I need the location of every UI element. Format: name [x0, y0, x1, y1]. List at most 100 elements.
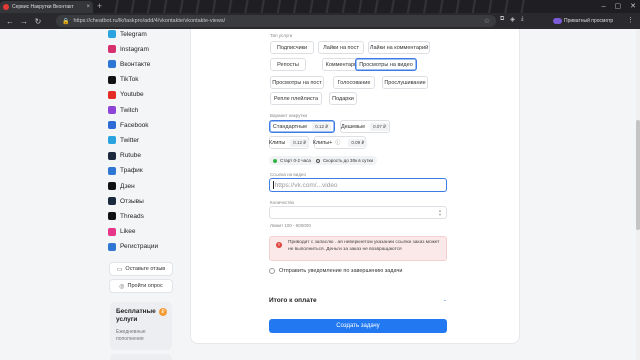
- minimize-button[interactable]: –: [602, 1, 606, 12]
- promo-title: Бесплатные услуги: [116, 308, 156, 323]
- url-text: https://cheatbot.ru/lk/taskpro/add/4/vko…: [73, 18, 226, 24]
- warning-icon: !: [276, 242, 282, 248]
- free-services-card[interactable]: Бесплатные услуги Ежедневные пополнения …: [110, 302, 172, 350]
- sidebar-item-dzen[interactable]: Дзен: [108, 180, 135, 192]
- sidebar-item-vk[interactable]: Вконтакте: [108, 58, 150, 70]
- stepper-arrows-icon[interactable]: ▲ ▼: [438, 209, 442, 217]
- green-dot-icon: [273, 158, 277, 163]
- leave-review-button[interactable]: ▭ Оставьте отзыв: [109, 262, 173, 276]
- task-type-option[interactable]: Подписчики: [270, 41, 314, 54]
- back-icon[interactable]: ←: [6, 17, 14, 26]
- private-mode-indicator[interactable]: Приватный просмотр: [553, 16, 613, 26]
- sidebar-item-registration[interactable]: Регистрации: [108, 241, 158, 253]
- sidebar-item-label: Вконтакте: [120, 60, 151, 68]
- forward-icon[interactable]: →: [20, 17, 28, 26]
- variant-standard-price: 0.12 ₽: [312, 122, 332, 131]
- start-time-badge: Старт 0-2 часа: [269, 156, 315, 165]
- bookmark-star-icon[interactable]: ☆: [484, 17, 490, 25]
- variant-cheap[interactable]: Дешевые 0.07 ₽: [340, 120, 390, 133]
- text-caret: [273, 181, 274, 189]
- sidebar-item-label: Likee: [120, 228, 136, 236]
- variant-standard-label: Стандартные: [272, 123, 308, 130]
- task-type-option[interactable]: Репле плейлиста: [270, 92, 322, 105]
- sidebar-item-tiktok[interactable]: TikTok: [108, 74, 139, 86]
- total-row[interactable]: Итого к оплате ⌄: [269, 297, 447, 304]
- variant-clips-plus-price: 0.09 ₽: [348, 138, 368, 147]
- vk-icon: [108, 60, 116, 69]
- task-type-option[interactable]: Прослушивание: [382, 76, 428, 89]
- url-field[interactable]: 🔒 https://cheatbot.ru/lk/taskpro/add/4/v…: [56, 15, 496, 27]
- telegram-icon: [108, 30, 116, 38]
- close-window-button[interactable]: ✕: [630, 1, 636, 12]
- chevron-down-icon[interactable]: ⌄: [443, 297, 447, 304]
- sidebar-item-likee[interactable]: Likee: [108, 226, 136, 238]
- task-type-option[interactable]: Подарки: [329, 92, 357, 105]
- sidebar-item-label: Регистрации: [120, 243, 159, 251]
- sidebar-item-twitch[interactable]: Twitch: [108, 104, 138, 116]
- dzen-icon: [108, 182, 116, 190]
- quantity-stepper[interactable]: ▲ ▼: [269, 206, 447, 219]
- maximize-button[interactable]: ▢: [615, 1, 622, 12]
- sidebar-item-twitter[interactable]: Twitter: [108, 134, 139, 146]
- speed-text: Скорость до 30к в сутки: [323, 158, 373, 163]
- variant-clips-plus-label: Клипы+: [312, 139, 333, 146]
- sidebar-item-telegram[interactable]: Telegram: [108, 28, 147, 40]
- reviews-icon: [108, 197, 116, 206]
- video-link-placeholder: https://vk.com/...video: [274, 181, 338, 189]
- scrollbar-thumb[interactable]: [636, 120, 640, 230]
- threads-icon: [108, 212, 116, 221]
- likee-icon: [108, 227, 116, 236]
- download-icon[interactable]: ⤓: [521, 16, 524, 23]
- twitter-icon: [108, 136, 116, 145]
- create-task-button[interactable]: Создать задачу: [269, 319, 447, 333]
- info-icon: ⓘ: [335, 140, 341, 146]
- promo-subtitle: Ежедневные пополнения: [116, 329, 146, 342]
- sidebar-item-label: Threads: [120, 212, 144, 220]
- facebook-icon: [108, 121, 116, 130]
- warning-alert: ! Приводит с запаслю . ая неверкнетом ук…: [269, 236, 447, 261]
- leave-review-label: Оставьте отзыв: [125, 266, 166, 272]
- sidebar-item-reviews[interactable]: Отзывы: [108, 195, 144, 207]
- sidebar-item-label: Rutube: [120, 152, 141, 160]
- shield-icon[interactable]: ◈: [510, 16, 515, 23]
- new-tab-button[interactable]: +: [97, 1, 102, 12]
- sidebar-item-label: Отзывы: [120, 197, 144, 205]
- sidebar-item-label: Трафик: [120, 167, 143, 175]
- checkbox-circle-icon[interactable]: [269, 268, 275, 274]
- reload-icon[interactable]: ↻: [34, 17, 42, 26]
- private-label: Приватный просмотр: [564, 18, 614, 24]
- task-type-option[interactable]: Лайки на пост: [318, 41, 364, 54]
- sidebar-item-traffic[interactable]: Трафик: [108, 165, 143, 177]
- task-type-option[interactable]: Лайки на комментарий: [368, 41, 430, 54]
- take-survey-button[interactable]: ◎ Пройти опрос: [109, 279, 173, 293]
- instagram-icon: [108, 45, 116, 54]
- quantity-label: Количество: [270, 200, 295, 205]
- tiktok-icon: [108, 75, 116, 84]
- sidebar-item-label: Дзен: [120, 182, 135, 190]
- sidebar-item-rutube[interactable]: Rutube: [108, 150, 141, 162]
- sidebar-item-youtube[interactable]: Youtube: [108, 89, 144, 101]
- sidebar-item-label: Twitch: [120, 106, 139, 114]
- task-type-option[interactable]: Голосование: [333, 76, 375, 89]
- variant-clips[interactable]: Клипы 0.12 ₽: [269, 136, 310, 149]
- sidebar-item-instagram[interactable]: Instagram: [108, 43, 149, 55]
- browser-menu-icon[interactable]: ⋮: [627, 16, 634, 24]
- address-bar: ← → ↻ 🔒 https://cheatbot.ru/lk/taskpro/a…: [0, 13, 640, 29]
- take-survey-label: Пройти опрос: [127, 283, 163, 289]
- sidebar-item-threads[interactable]: Threads: [108, 210, 144, 222]
- task-type-option[interactable]: Просмотры на пост: [270, 76, 324, 89]
- quantity-hint: Лимит 100 - 500000: [270, 223, 311, 228]
- browser-tab[interactable]: Сервис Накрутки Вконтакт ×: [0, 1, 93, 13]
- extension-icon[interactable]: ⧉: [500, 16, 504, 23]
- variant-cheap-price: 0.07 ₽: [370, 122, 390, 131]
- task-type-option[interactable]: Просмотры на видео: [355, 58, 417, 71]
- variant-standard[interactable]: Стандартные 0.12 ₽: [269, 120, 335, 133]
- sidebar-item-label: Instagram: [120, 45, 149, 53]
- task-type-option[interactable]: Репосты: [270, 58, 306, 71]
- notify-checkbox[interactable]: Отправить уведомление по завершению зада…: [269, 268, 402, 274]
- tab-close-icon[interactable]: ×: [86, 4, 90, 10]
- video-link-input[interactable]: https://vk.com/...video: [269, 178, 447, 192]
- variant-clips-plus[interactable]: Клипы+ ⓘ 0.09 ₽: [312, 136, 368, 149]
- sidebar-item-facebook[interactable]: Facebook: [108, 119, 149, 131]
- sidebar-item-label: TikTok: [120, 76, 139, 84]
